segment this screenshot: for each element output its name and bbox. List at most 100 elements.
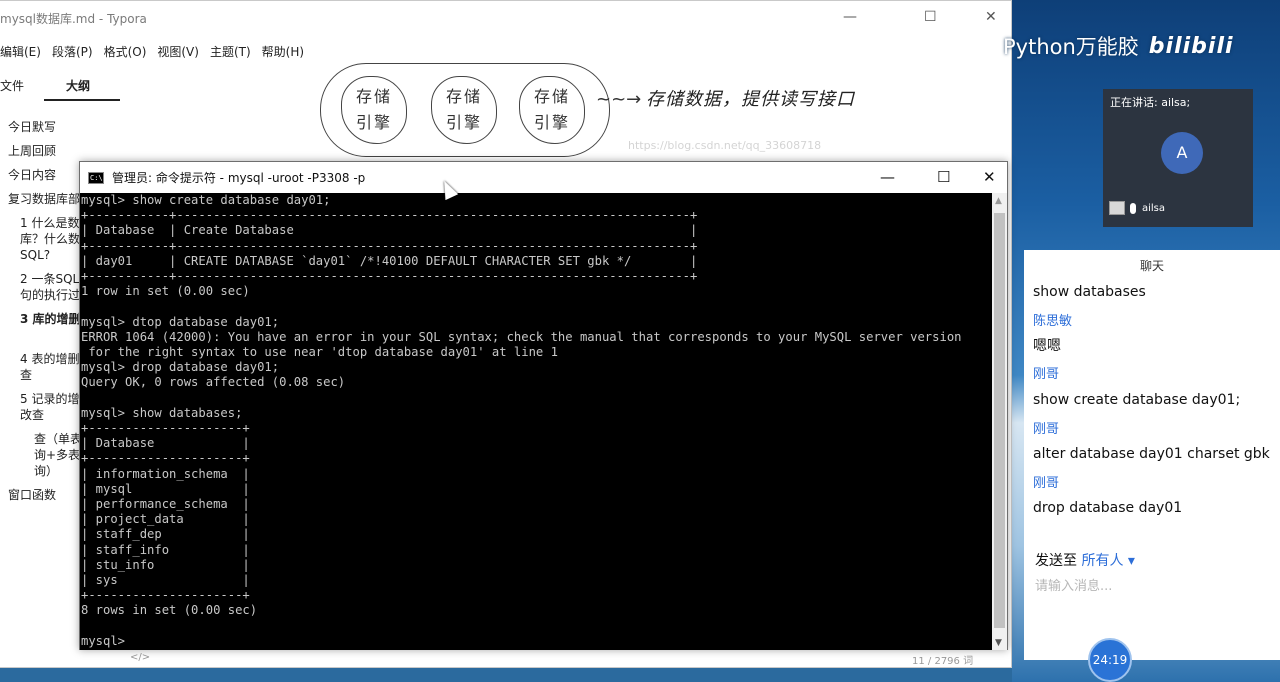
outline-item[interactable]: 4 表的增删 [20, 351, 79, 367]
console-line: 8 rows in set (0.00 sec) [81, 603, 258, 618]
console-line: +---------------------+ [81, 421, 250, 436]
maximize-icon[interactable]: ☐ [937, 168, 950, 186]
typora-menubar: 编辑(E) 段落(P) 格式(O) 视图(V) 主题(T) 帮助(H) [0, 43, 315, 63]
cmd-window-title: 管理员: 命令提示符 - mysql -uroot -P3308 -p [112, 171, 366, 185]
console-line: | information_schema | [81, 466, 250, 481]
sidebar-tabs: 文件 大纲 [0, 77, 140, 105]
handwritten-note: 存储数据，提供读写接口 [646, 89, 855, 110]
outline-item[interactable]: SQL? [20, 247, 50, 263]
scrollbar-thumb[interactable] [994, 213, 1005, 628]
outline-item[interactable]: 询） [34, 463, 58, 479]
outline-item[interactable]: 1 什么是数 [20, 215, 79, 231]
chat-sender: 刚哥 [1033, 476, 1060, 491]
menu-theme[interactable]: 主题(T) [210, 43, 251, 63]
outline-item[interactable]: 句的执行过 [20, 287, 80, 303]
speaker-name: ailsa [1142, 202, 1166, 214]
menu-format[interactable]: 格式(O) [104, 43, 147, 63]
console-line: mysql> show databases; [81, 405, 243, 420]
chat-sender: 刚哥 [1033, 422, 1060, 437]
console-output[interactable]: mysql> show create database day01; +-----… [80, 193, 992, 650]
squiggle-arrow: ~~→ [596, 89, 642, 110]
cmd-titlebar[interactable]: C:\ 管理员: 命令提示符 - mysql -uroot -P3308 -p [80, 162, 1007, 193]
channel-name: Python万能胶 [1003, 35, 1139, 59]
engine-sketch: 存储 引擎 [519, 76, 585, 144]
engine-sketch: 存储 引擎 [431, 76, 497, 144]
chat-message: 嗯嗯 [1033, 338, 1061, 354]
outline-item[interactable]: 查 [20, 367, 32, 383]
outline-item[interactable]: 2 一条SQL [20, 271, 79, 287]
source-code-toggle[interactable]: </> [130, 652, 150, 663]
console-line: | staff_info | [81, 542, 250, 557]
console-line: | day01 | CREATE DATABASE `day01` /*!401… [81, 253, 698, 268]
maximize-icon[interactable]: ☐ [924, 9, 937, 25]
typora-titlebar[interactable]: mysql数据库.md - Typora [0, 1, 1011, 35]
console-line: | sys | [81, 573, 250, 588]
watermark: https://blog.csdn.net/qq_33608718 [628, 139, 822, 152]
console-line: mysql> dtop database day01; [81, 314, 280, 329]
outline-item[interactable]: 库？什么数 [20, 231, 80, 247]
active-tab-indicator [44, 99, 120, 101]
console-line: | stu_info | [81, 557, 250, 572]
outline-item[interactable]: 窗口函数 [8, 487, 56, 503]
menu-view[interactable]: 视图(V) [157, 43, 199, 63]
scroll-down-icon[interactable]: ▼ [995, 638, 1002, 648]
cmd-app-icon: C:\ [88, 171, 104, 184]
console-line: 1 row in set (0.00 sec) [81, 284, 250, 299]
console-line: | staff_dep | [81, 527, 250, 542]
minimize-icon[interactable]: — [880, 168, 895, 186]
menu-help[interactable]: 帮助(H) [262, 43, 304, 63]
outline-item[interactable]: 改查 [20, 407, 44, 423]
word-count[interactable]: 11 / 2796 词 [912, 652, 973, 667]
outline-item[interactable]: 3 库的增删 [20, 311, 81, 327]
recipient-dropdown[interactable]: 所有人 ▾ [1081, 553, 1134, 569]
tab-outline[interactable]: 大纲 [66, 77, 90, 94]
outline-item[interactable]: 今日默写 [8, 119, 56, 135]
tab-files[interactable]: 文件 [0, 77, 24, 94]
chat-sender: 陈思敏 [1033, 314, 1073, 329]
typora-window-title: mysql数据库.md - Typora [0, 11, 147, 26]
storage-engine-drawing: 存储 引擎 存储 引擎 存储 引擎 [320, 63, 610, 157]
outline-item[interactable]: 查（单表 [34, 431, 82, 447]
console-line: mysql> drop database day01; [81, 360, 280, 375]
brand-bar: Python万能胶 bilibili [995, 30, 1280, 62]
console-line: ERROR 1064 (42000): You have an error in… [81, 329, 962, 344]
chat-input[interactable]: 请输入消息... [1035, 575, 1112, 594]
chat-panel: 聊天 show databases 陈思敏 嗯嗯 刚哥 show create … [1024, 250, 1280, 660]
menu-paragraph[interactable]: 段落(P) [52, 43, 93, 63]
chat-message: show create database day01; [1033, 392, 1241, 408]
console-line: mysql> [81, 633, 126, 648]
chat-message: drop database day01 [1033, 500, 1183, 516]
close-icon[interactable]: ✕ [983, 168, 996, 186]
console-line: +-----------+---------------------------… [81, 208, 698, 223]
chat-message: show databases [1033, 284, 1146, 300]
chat-sender: 刚哥 [1033, 367, 1060, 382]
outline-item[interactable]: 上周回顾 [8, 143, 56, 159]
console-line: | project_data | [81, 512, 250, 527]
send-to-label: 发送至 [1035, 553, 1077, 569]
console-line: +-----------+---------------------------… [81, 238, 698, 253]
console-line: | performance_schema | [81, 497, 250, 512]
console-line: | mysql | [81, 481, 250, 496]
speaking-label: 正在讲话: ailsa; [1110, 96, 1191, 109]
outline-item[interactable]: 今日内容 [8, 167, 56, 183]
image-icon [1109, 201, 1125, 215]
outline-item[interactable]: 复习数据库部 [8, 191, 80, 207]
scroll-up-icon[interactable]: ▲ [995, 196, 1002, 206]
typora-statusbar: </> 11 / 2796 词 [0, 649, 1011, 667]
scrollbar[interactable]: ▲ ▼ [992, 193, 1007, 650]
outline-item[interactable]: 询+多表 [34, 447, 80, 463]
console-line: +-----------+---------------------------… [81, 269, 698, 284]
console-line: | Database | [81, 436, 250, 451]
microphone-icon [1130, 202, 1136, 214]
bilibili-logo: bilibili [1148, 33, 1234, 59]
console-line: mysql> show create database day01; [81, 193, 331, 207]
engine-sketch: 存储 引擎 [341, 76, 407, 144]
close-icon[interactable]: ✕ [985, 9, 997, 25]
speaker-row: ailsa [1109, 201, 1165, 215]
minimize-icon[interactable]: — [843, 9, 857, 25]
outline-item[interactable]: 5 记录的增 [20, 391, 79, 407]
menu-edit[interactable]: 编辑(E) [0, 43, 41, 63]
session-timer: 24:19 [1088, 638, 1132, 682]
